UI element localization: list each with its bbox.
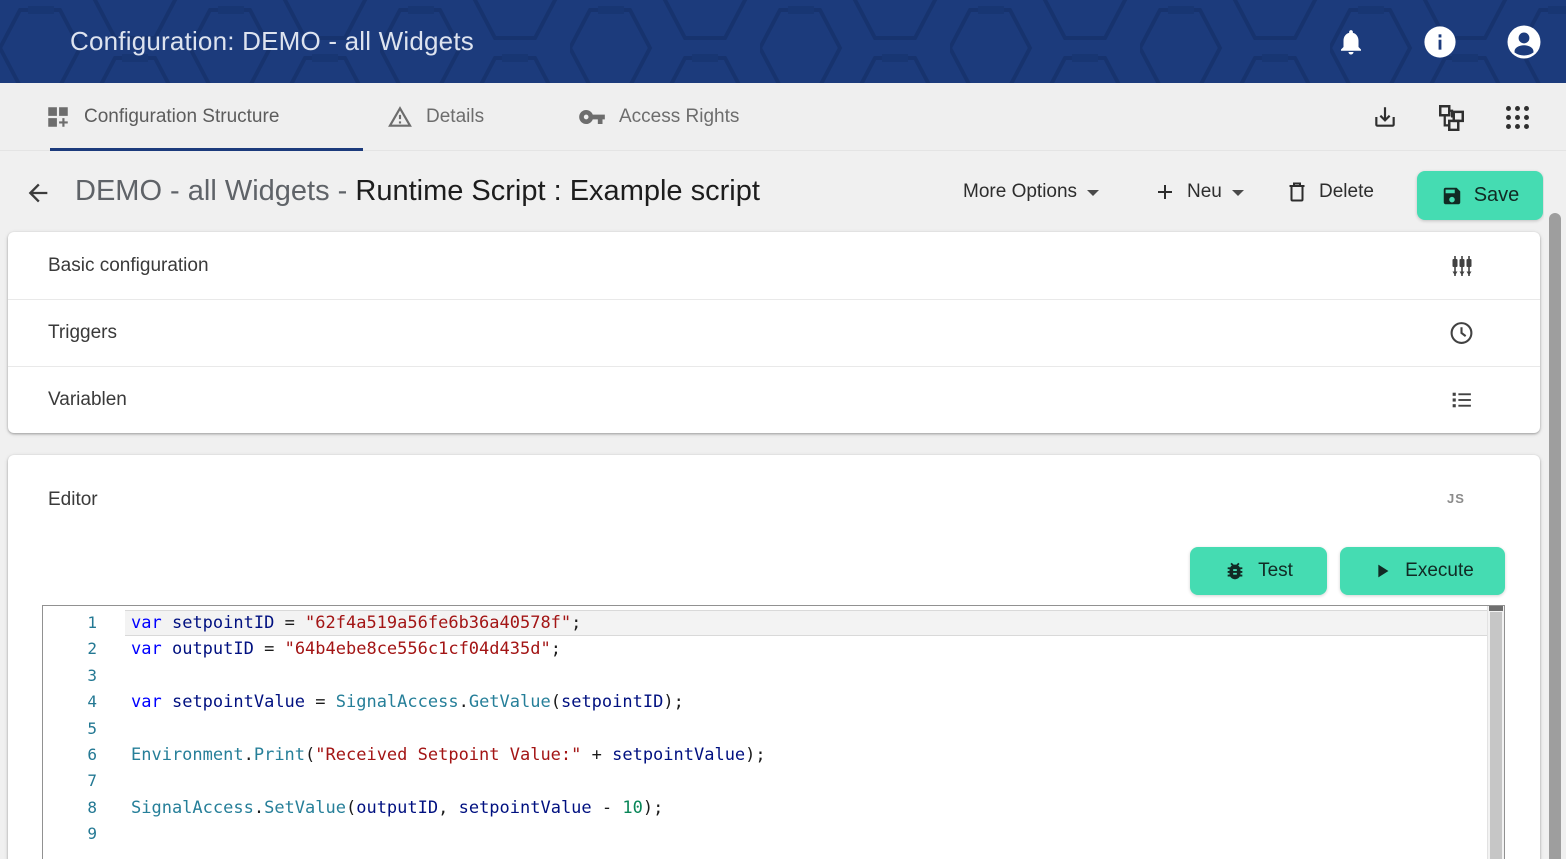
configuration-sections-card: Basic configuration Triggers Variablen — [8, 232, 1540, 433]
line-number: 3 — [43, 663, 125, 689]
grid-dots-icon[interactable] — [1504, 83, 1531, 151]
chevron-down-icon — [1232, 190, 1244, 196]
warning-icon — [387, 104, 413, 130]
tab-label: Access Rights — [619, 106, 739, 128]
tab-label: Details — [426, 106, 484, 128]
code-line-text[interactable] — [125, 663, 1487, 689]
arrow-back-icon[interactable] — [24, 179, 52, 207]
more-options-label: More Options — [963, 181, 1077, 203]
editor-label: Editor — [48, 489, 98, 511]
download-icon[interactable] — [1372, 83, 1398, 151]
code-line-text[interactable]: var setpointValue = SignalAccess.GetValu… — [125, 689, 1487, 715]
save-button[interactable]: Save — [1417, 171, 1543, 220]
line-number: 4 — [43, 689, 125, 715]
tab-details[interactable]: Details — [387, 83, 484, 151]
code-line[interactable]: 5 — [43, 716, 1487, 742]
line-number: 7 — [43, 768, 125, 794]
editor-scrollbar-shadow — [1489, 606, 1503, 611]
page-title-prefix: DEMO - all Widgets - — [75, 175, 355, 208]
section-basic-configuration[interactable]: Basic configuration — [8, 232, 1540, 299]
line-number: 9 — [43, 821, 125, 847]
dashboard-customize-icon — [45, 104, 71, 130]
page-scrollbar-thumb[interactable] — [1549, 213, 1561, 859]
code-line-text[interactable]: var outputID = "64b4ebe8ce556c1cf04d435d… — [125, 636, 1487, 662]
language-badge: JS — [1447, 491, 1465, 506]
editor-scrollbar-thumb[interactable] — [1490, 612, 1502, 859]
code-line-text[interactable]: SignalAccess.SetValue(outputID, setpoint… — [125, 795, 1487, 821]
page-toolbar: DEMO - all Widgets - Runtime Script : Ex… — [0, 151, 1566, 232]
play-icon — [1371, 560, 1393, 582]
code-line[interactable]: 1var setpointID = "62f4a519a56fe6b36a405… — [43, 610, 1487, 636]
line-number: 8 — [43, 795, 125, 821]
app-header: Configuration: DEMO - all Widgets — [0, 0, 1566, 83]
section-label: Variablen — [48, 389, 127, 411]
editor-card: Editor JS Test Execute 1var setpointID =… — [8, 455, 1540, 859]
save-label: Save — [1474, 184, 1520, 207]
notifications-icon[interactable] — [1336, 0, 1366, 83]
section-label: Basic configuration — [48, 255, 209, 277]
account-icon[interactable] — [1506, 0, 1542, 83]
code-editor[interactable]: 1var setpointID = "62f4a519a56fe6b36a405… — [42, 605, 1505, 859]
code-line-text[interactable]: var setpointID = "62f4a519a56fe6b36a4057… — [125, 610, 1487, 636]
list-icon — [1449, 388, 1474, 413]
line-number: 1 — [43, 610, 125, 636]
hierarchy-icon[interactable] — [1438, 83, 1465, 151]
execute-button[interactable]: Execute — [1340, 547, 1505, 595]
test-label: Test — [1258, 560, 1293, 582]
code-line-text[interactable]: Environment.Print("Received Setpoint Val… — [125, 742, 1487, 768]
code-line[interactable]: 4var setpointValue = SignalAccess.GetVal… — [43, 689, 1487, 715]
code-line[interactable]: 8SignalAccess.SetValue(outputID, setpoin… — [43, 795, 1487, 821]
more-options-button[interactable]: More Options — [963, 151, 1099, 232]
tab-label: Configuration Structure — [84, 106, 279, 128]
key-icon — [578, 103, 606, 131]
clock-icon — [1449, 321, 1474, 346]
tab-access-rights[interactable]: Access Rights — [578, 83, 739, 151]
chevron-down-icon — [1087, 190, 1099, 196]
execute-label: Execute — [1405, 560, 1474, 582]
new-label: Neu — [1187, 181, 1222, 203]
section-variablen[interactable]: Variablen — [8, 366, 1540, 433]
page-scrollbar[interactable] — [1544, 151, 1566, 859]
info-icon[interactable] — [1423, 0, 1457, 83]
app-title: Configuration: DEMO - all Widgets — [70, 0, 474, 83]
section-label: Triggers — [48, 322, 117, 344]
section-triggers[interactable]: Triggers — [8, 299, 1540, 366]
page-title-main: Runtime Script : Example script — [355, 175, 760, 208]
tab-configuration-structure[interactable]: Configuration Structure — [45, 83, 279, 151]
delete-label: Delete — [1319, 181, 1374, 203]
tab-bar: Configuration Structure Details Access R… — [0, 83, 1566, 151]
code-line[interactable]: 7 — [43, 768, 1487, 794]
page-title: DEMO - all Widgets - Runtime Script : Ex… — [75, 151, 760, 232]
code-line-text[interactable] — [125, 768, 1487, 794]
code-line[interactable]: 9 — [43, 821, 1487, 847]
code-line-text[interactable] — [125, 821, 1487, 847]
plus-icon — [1153, 180, 1177, 204]
code-line[interactable]: 6Environment.Print("Received Setpoint Va… — [43, 742, 1487, 768]
code-lines: 1var setpointID = "62f4a519a56fe6b36a405… — [43, 610, 1487, 848]
test-button[interactable]: Test — [1190, 547, 1327, 595]
line-number: 2 — [43, 636, 125, 662]
line-number: 5 — [43, 716, 125, 742]
new-button[interactable]: Neu — [1153, 151, 1244, 232]
floppy-icon — [1441, 185, 1463, 207]
delete-button[interactable]: Delete — [1285, 151, 1374, 232]
line-number: 6 — [43, 742, 125, 768]
trash-icon — [1285, 180, 1309, 204]
code-line[interactable]: 2var outputID = "64b4ebe8ce556c1cf04d435… — [43, 636, 1487, 662]
code-line-text[interactable] — [125, 716, 1487, 742]
editor-scrollbar[interactable] — [1487, 606, 1504, 859]
code-line[interactable]: 3 — [43, 663, 1487, 689]
tune-icon — [1450, 254, 1474, 278]
bug-icon — [1224, 560, 1246, 582]
